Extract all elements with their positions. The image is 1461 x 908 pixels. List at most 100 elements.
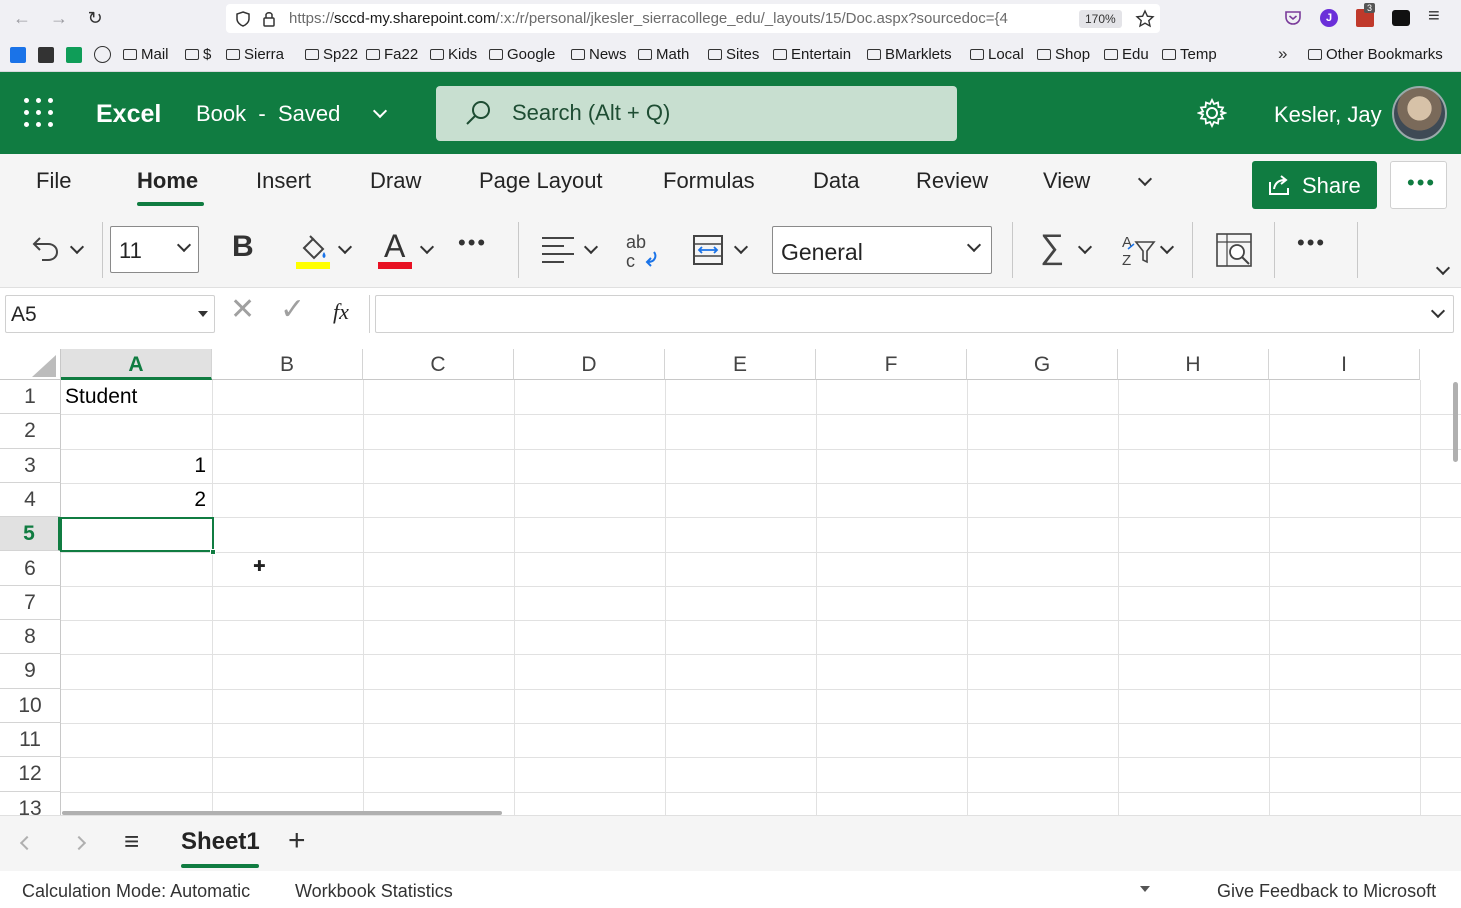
ribbon-tab-draw[interactable]: Draw bbox=[370, 168, 421, 194]
column-header-g[interactable]: G bbox=[967, 349, 1118, 380]
formula-input[interactable] bbox=[375, 295, 1454, 333]
settings-gear-icon[interactable] bbox=[1197, 98, 1227, 128]
row-header-5[interactable]: 5 bbox=[0, 517, 61, 552]
spreadsheet-grid[interactable]: ABCDEFGHI 1 2 3 4 5 6 7 8 9 10 11 12 13 Student 1 2 ✚ bbox=[0, 345, 1461, 815]
give-feedback-link[interactable]: Give Feedback to Microsoft bbox=[1217, 881, 1436, 902]
row-header-12[interactable]: 12 bbox=[0, 757, 61, 792]
autosum-icon[interactable]: ∑ bbox=[1040, 228, 1064, 267]
fill-handle[interactable] bbox=[210, 549, 216, 555]
calculation-mode[interactable]: Calculation Mode: Automatic bbox=[22, 881, 250, 902]
shield-icon[interactable] bbox=[234, 10, 252, 28]
insert-function-button[interactable]: fx bbox=[333, 299, 349, 325]
font-size-select[interactable]: 11 bbox=[110, 226, 199, 273]
number-format-select[interactable]: General bbox=[772, 226, 992, 274]
cell-a1[interactable]: Student bbox=[65, 385, 137, 409]
row-header-7[interactable]: 7 bbox=[0, 585, 61, 621]
merge-chevron-down-icon[interactable] bbox=[733, 239, 749, 255]
bookmark-folder[interactable]: Google bbox=[489, 46, 555, 63]
user-name[interactable]: Kesler, Jay bbox=[1274, 102, 1382, 128]
bookmark-folder[interactable]: Sites bbox=[708, 46, 759, 63]
row-header-3[interactable]: 3 bbox=[0, 448, 61, 483]
bold-button[interactable]: B bbox=[232, 230, 254, 264]
fill-color-icon[interactable] bbox=[296, 232, 330, 270]
zoom-level-badge[interactable]: 170% bbox=[1079, 10, 1122, 28]
name-box-dropdown-icon[interactable] bbox=[198, 311, 208, 317]
ribbon-tab-home[interactable]: Home bbox=[137, 168, 198, 194]
share-button[interactable]: Share bbox=[1252, 161, 1377, 209]
search-box[interactable]: Search (Alt + Q) bbox=[436, 86, 957, 141]
font-color-button[interactable]: A bbox=[384, 228, 405, 265]
undo-chevron-down-icon[interactable] bbox=[69, 239, 85, 255]
row-header-4[interactable]: 4 bbox=[0, 482, 61, 518]
sort-filter-chevron-down-icon[interactable] bbox=[1159, 239, 1175, 255]
row-header-2[interactable]: 2 bbox=[0, 414, 61, 449]
ribbon-tab-page-layout[interactable]: Page Layout bbox=[479, 168, 603, 194]
browser-menu-icon[interactable]: ≡ bbox=[1428, 5, 1440, 28]
back-arrow-icon[interactable]: ← bbox=[10, 6, 34, 30]
sheet-tab-sheet1[interactable]: Sheet1 bbox=[181, 828, 260, 856]
column-header-i[interactable]: I bbox=[1269, 349, 1420, 380]
bookmark-star-icon[interactable] bbox=[1135, 9, 1155, 29]
user-avatar[interactable] bbox=[1392, 86, 1447, 141]
ribbon-tab-file[interactable]: File bbox=[36, 168, 71, 194]
column-header-d[interactable]: D bbox=[514, 349, 665, 380]
row-header-13[interactable]: 13 bbox=[0, 791, 61, 815]
app-name[interactable]: Excel bbox=[96, 100, 161, 129]
url-text[interactable]: https://sccd-my.sharepoint.com/:x:/r/per… bbox=[289, 10, 1069, 27]
bookmark-folder[interactable]: Local bbox=[970, 46, 1024, 63]
prev-sheet-icon[interactable] bbox=[19, 835, 35, 851]
cell-a3[interactable]: 1 bbox=[61, 454, 206, 478]
sort-filter-icon[interactable]: A Z bbox=[1120, 232, 1156, 268]
all-sheets-menu-icon[interactable]: ≡ bbox=[124, 826, 139, 857]
bookmark-folder[interactable]: Temp bbox=[1162, 46, 1217, 63]
document-title[interactable]: Book - Saved bbox=[196, 101, 340, 127]
column-header-f[interactable]: F bbox=[816, 349, 967, 380]
add-sheet-icon[interactable]: + bbox=[288, 824, 306, 858]
bookmark-folder[interactable]: Sierra bbox=[226, 46, 284, 63]
wolfram-bookmark-icon[interactable] bbox=[38, 47, 54, 63]
ribbon-tab-view[interactable]: View bbox=[1043, 168, 1090, 194]
bookmark-folder[interactable]: Mail bbox=[123, 46, 169, 63]
column-header-h[interactable]: H bbox=[1118, 349, 1269, 380]
row-header-11[interactable]: 11 bbox=[0, 723, 61, 758]
lock-icon[interactable] bbox=[262, 10, 276, 28]
select-all-corner[interactable] bbox=[0, 349, 61, 380]
row-header-6[interactable]: 6 bbox=[0, 551, 61, 586]
undo-icon[interactable] bbox=[30, 232, 62, 264]
bookmark-folder[interactable]: Kids bbox=[430, 46, 477, 63]
extension-mask-icon[interactable] bbox=[1392, 10, 1410, 26]
alignment-chevron-down-icon[interactable] bbox=[583, 239, 599, 255]
ribbon-tab-insert[interactable]: Insert bbox=[256, 168, 311, 194]
forward-arrow-icon[interactable]: → bbox=[47, 6, 71, 30]
reload-icon[interactable]: ↻ bbox=[83, 6, 107, 30]
url-bar[interactable]: https://sccd-my.sharepoint.com/:x:/r/per… bbox=[226, 4, 1160, 33]
analyze-data-icon[interactable] bbox=[1215, 232, 1253, 268]
autosum-chevron-down-icon[interactable] bbox=[1077, 239, 1093, 255]
cancel-x-icon[interactable]: ✕ bbox=[230, 292, 255, 327]
column-header-b[interactable]: B bbox=[212, 349, 363, 380]
status-dropdown-icon[interactable] bbox=[1140, 886, 1150, 892]
profile-j-icon[interactable]: J bbox=[1320, 9, 1338, 27]
row-header-8[interactable]: 8 bbox=[0, 620, 61, 655]
font-color-chevron-down-icon[interactable] bbox=[419, 239, 435, 255]
ribbon-more-icon[interactable]: ••• bbox=[1297, 230, 1326, 256]
app-launcher-icon[interactable] bbox=[24, 98, 54, 128]
row-header-1[interactable]: 1 bbox=[0, 380, 61, 415]
row-header-10[interactable]: 10 bbox=[0, 688, 61, 723]
name-box[interactable]: A5 bbox=[5, 295, 215, 333]
globe-bookmark-icon[interactable] bbox=[94, 46, 111, 63]
row-header-9[interactable]: 9 bbox=[0, 654, 61, 689]
title-chevron-down-icon[interactable] bbox=[372, 103, 388, 119]
bookmark-folder[interactable]: Math bbox=[638, 46, 689, 63]
bookmark-folder[interactable]: Shop bbox=[1037, 46, 1090, 63]
other-bookmarks-folder[interactable]: Other Bookmarks bbox=[1308, 46, 1443, 63]
ribbon-tab-review[interactable]: Review bbox=[916, 168, 988, 194]
bookmark-folder[interactable]: Sp22 bbox=[305, 46, 358, 63]
formula-expand-chevron-icon[interactable] bbox=[1430, 303, 1446, 319]
cell-a4[interactable]: 2 bbox=[61, 488, 206, 512]
enter-check-icon[interactable]: ✓ bbox=[280, 292, 305, 327]
bookmarks-overflow-icon[interactable]: » bbox=[1278, 44, 1287, 64]
ribbon-tab-data[interactable]: Data bbox=[813, 168, 859, 194]
align-left-icon[interactable] bbox=[540, 234, 576, 264]
column-header-a[interactable]: A bbox=[61, 349, 212, 380]
